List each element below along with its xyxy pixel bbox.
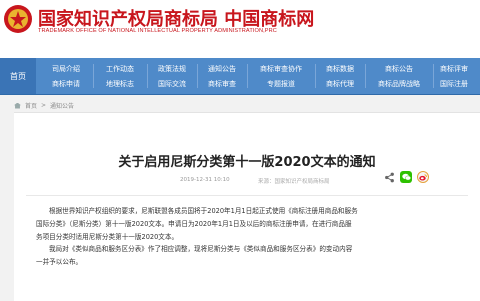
nav-divider <box>147 64 148 88</box>
main-nav: 首页 司局介绍 商标申请 工作动态 地理标志 政策法规 国际交流 通知公告 商标… <box>0 58 480 95</box>
article-title: 关于启用尼斯分类第十一版2020文本的通知 <box>118 155 376 170</box>
breadcrumb: 首页 > 通知公告 <box>14 101 74 110</box>
nav-column: 司局介绍 商标申请 <box>42 58 90 94</box>
nav-divider <box>247 64 248 88</box>
nav-divider <box>365 64 366 88</box>
wechat-icon[interactable] <box>400 171 412 183</box>
nav-column: 商标公告 商标品牌战略 <box>368 58 430 94</box>
nav-divider <box>315 64 316 88</box>
paragraph-line: 我局对《类似商品和服务区分表》作了相应调整，现将尼斯分类与《类似商品和服务区分表… <box>49 245 353 253</box>
nav-column: 商标评审 国际注册 <box>436 58 480 94</box>
paragraph-line: 一并予以公布。 <box>36 258 83 266</box>
nav-column: 工作动态 地理标志 <box>96 58 144 94</box>
nav-column: 商标审查协作 专题报道 <box>250 58 312 94</box>
breadcrumb-section[interactable]: 通知公告 <box>50 101 74 110</box>
nav-divider <box>93 64 94 88</box>
nav-divider <box>433 64 434 88</box>
nav-item[interactable]: 政策法规 <box>150 64 194 74</box>
paragraph-line: 国际分类》（尼斯分类）第十一版2020文本。申请日为2020年1月1日及以后的商… <box>36 220 352 228</box>
article-paragraph: 我局对《类似商品和服务区分表》作了相应调整，现将尼斯分类与《类似商品和服务区分表… <box>36 243 436 269</box>
nav-divider <box>197 64 198 88</box>
title-divider <box>26 195 468 196</box>
emblem-logo[interactable] <box>3 4 33 34</box>
breadcrumb-home[interactable]: 首页 <box>25 101 37 110</box>
nav-column: 通知公告 商标审查 <box>200 58 244 94</box>
nav-item[interactable]: 专题报道 <box>250 79 312 89</box>
paragraph-line: 根据世界知识产权组织的要求，尼斯联盟各成员国将于2020年1月1日起正式使用《商… <box>49 207 358 215</box>
nav-item[interactable]: 商标审查 <box>200 79 244 89</box>
nav-home[interactable]: 首页 <box>0 58 36 94</box>
nav-item[interactable]: 国际交流 <box>150 79 194 89</box>
nav-item[interactable]: 商标代理 <box>318 79 362 89</box>
site-header: 国家知识产权局商标局 中国商标网 TRADEMARK OFFICE OF NAT… <box>0 0 480 58</box>
nav-item[interactable]: 国际注册 <box>440 79 480 89</box>
article-source: 来源：国家知识产权局商标局 <box>258 179 330 185</box>
breadcrumb-separator: > <box>41 102 47 109</box>
nav-item[interactable]: 商标数据 <box>318 64 362 74</box>
nav-item[interactable]: 商标审查协作 <box>250 64 312 74</box>
article-paragraph: 根据世界知识产权组织的要求，尼斯联盟各成员国将于2020年1月1日起正式使用《商… <box>36 205 436 244</box>
share-icon[interactable] <box>384 172 395 183</box>
article-card: 关于启用尼斯分类第十一版2020文本的通知 2019-12-31 10:10 来… <box>14 112 480 301</box>
nav-item[interactable]: 商标公告 <box>368 64 430 74</box>
article-date: 2019-12-31 10:10 <box>180 177 230 183</box>
nav-item[interactable]: 司局介绍 <box>42 64 90 74</box>
nav-item[interactable]: 商标评审 <box>440 64 480 74</box>
home-icon <box>14 102 21 109</box>
nav-item[interactable]: 工作动态 <box>96 64 144 74</box>
nav-item[interactable]: 通知公告 <box>200 64 244 74</box>
nav-column: 政策法规 国际交流 <box>150 58 194 94</box>
site-subtitle: TRADEMARK OFFICE OF NATIONAL INTELLECTUA… <box>38 28 277 34</box>
weibo-icon[interactable] <box>417 171 429 183</box>
nav-item[interactable]: 商标品牌战略 <box>368 79 430 89</box>
nav-item[interactable]: 地理标志 <box>96 79 144 89</box>
nav-column: 商标数据 商标代理 <box>318 58 362 94</box>
nav-item[interactable]: 商标申请 <box>42 79 90 89</box>
share-bar <box>384 171 429 183</box>
